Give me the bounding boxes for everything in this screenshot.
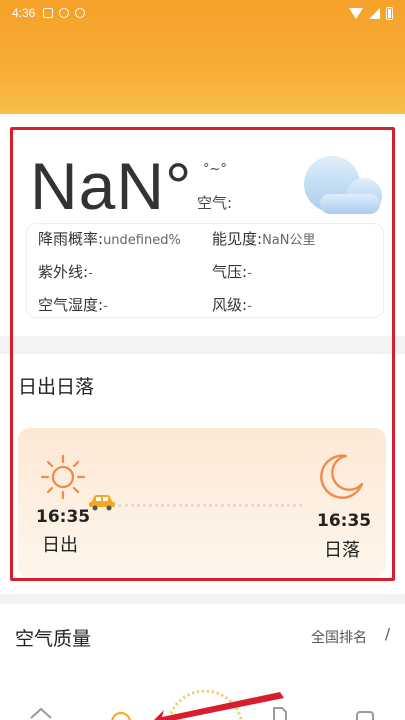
visibility: 能见度:NaN公里 <box>212 230 316 248</box>
temperature: NaN° <box>30 149 193 223</box>
humidity: 空气湿度:- <box>38 296 108 314</box>
sunset-label: 日落 <box>324 540 360 561</box>
sun-progress-track <box>118 504 302 507</box>
app-notification-icon <box>43 8 54 18</box>
aqi-emoticon: °~° <box>203 162 227 177</box>
notification-icons <box>43 8 86 18</box>
air-quality-label: 空气: <box>197 194 233 212</box>
pressure: 气压:- <box>212 263 252 281</box>
moon-icon <box>320 454 364 499</box>
sunrise-label: 日出 <box>42 535 78 556</box>
car-icon <box>89 495 115 511</box>
sunrise-time: 16:35 <box>36 507 91 527</box>
profile-icon[interactable] <box>354 706 376 720</box>
status-time: 4:36 <box>12 6 36 20</box>
uv-index: 紫外线:- <box>38 263 93 281</box>
wind-level: 风级:- <box>212 296 252 314</box>
weather-tab-icon[interactable] <box>108 708 134 720</box>
sun-icon <box>40 454 86 500</box>
cloud-notification-icon <box>59 8 70 18</box>
sunset-time: 16:35 <box>317 511 372 531</box>
annotation-arrow-icon <box>154 692 284 720</box>
ranking-separator: / <box>385 625 391 643</box>
system-icons <box>349 6 393 20</box>
rain-probability: 降雨概率:undefined% <box>38 230 181 248</box>
weather-notification-icon <box>75 8 86 18</box>
section-divider <box>0 336 405 350</box>
national-ranking-link[interactable]: 全国排名 <box>311 627 367 647</box>
status-bar: 4:36 <box>0 0 405 26</box>
air-quality-title: 空气质量 <box>15 628 92 650</box>
signal-icon <box>369 7 380 19</box>
sunrise-sunset-title: 日出日落 <box>18 376 95 398</box>
cloud-icon <box>304 156 382 214</box>
wifi-icon <box>349 7 363 19</box>
battery-icon <box>386 6 393 20</box>
home-icon[interactable] <box>28 706 54 720</box>
